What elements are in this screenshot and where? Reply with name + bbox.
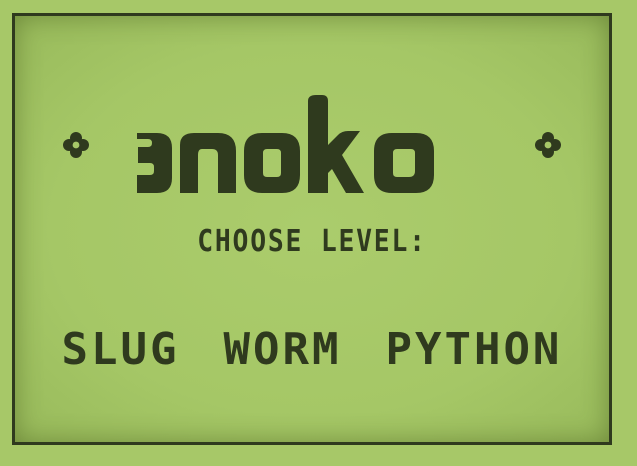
game-screen: snake CHOOSE LEVEL: SLUG WORM PYTHON: [12, 13, 612, 445]
level-options: SLUG WORM PYTHON: [15, 328, 609, 372]
level-slug-button[interactable]: SLUG: [62, 328, 180, 372]
level-python-button[interactable]: PYTHON: [385, 328, 562, 372]
choose-level-prompt: CHOOSE LEVEL:: [197, 224, 427, 259]
level-worm-button[interactable]: WORM: [224, 328, 342, 372]
game-logo: snake: [137, 95, 434, 193]
flower-icon: [535, 132, 561, 158]
title-row: snake: [15, 90, 609, 200]
flower-icon: [63, 132, 89, 158]
